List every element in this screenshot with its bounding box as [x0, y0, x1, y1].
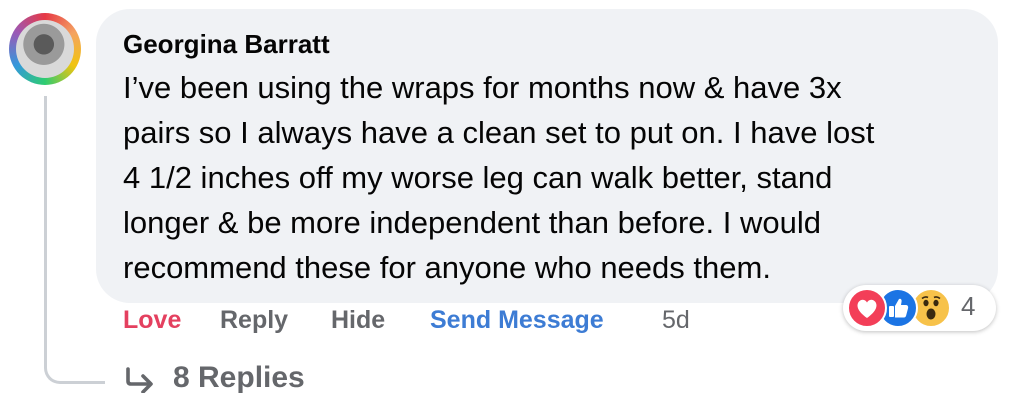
avatar[interactable] — [9, 13, 81, 85]
reaction-count: 4 — [961, 291, 976, 321]
reply-button[interactable]: Reply — [220, 306, 288, 335]
replies-count-label[interactable]: 8 Replies — [173, 361, 305, 395]
hide-button[interactable]: Hide — [331, 306, 385, 335]
comment-text: I’ve been using the wraps for months now… — [123, 70, 875, 285]
comment-author[interactable]: Georgina Barratt — [123, 29, 330, 60]
reaction-summary[interactable]: 4 — [843, 285, 996, 331]
love-reaction-icon — [847, 288, 887, 328]
avatar-photo — [16, 20, 74, 78]
send-message-button[interactable]: Send Message — [430, 306, 604, 335]
reply-arrow-icon — [126, 367, 153, 393]
love-reaction-button[interactable]: Love — [123, 306, 181, 335]
comment-timestamp[interactable]: 5d — [662, 306, 690, 335]
